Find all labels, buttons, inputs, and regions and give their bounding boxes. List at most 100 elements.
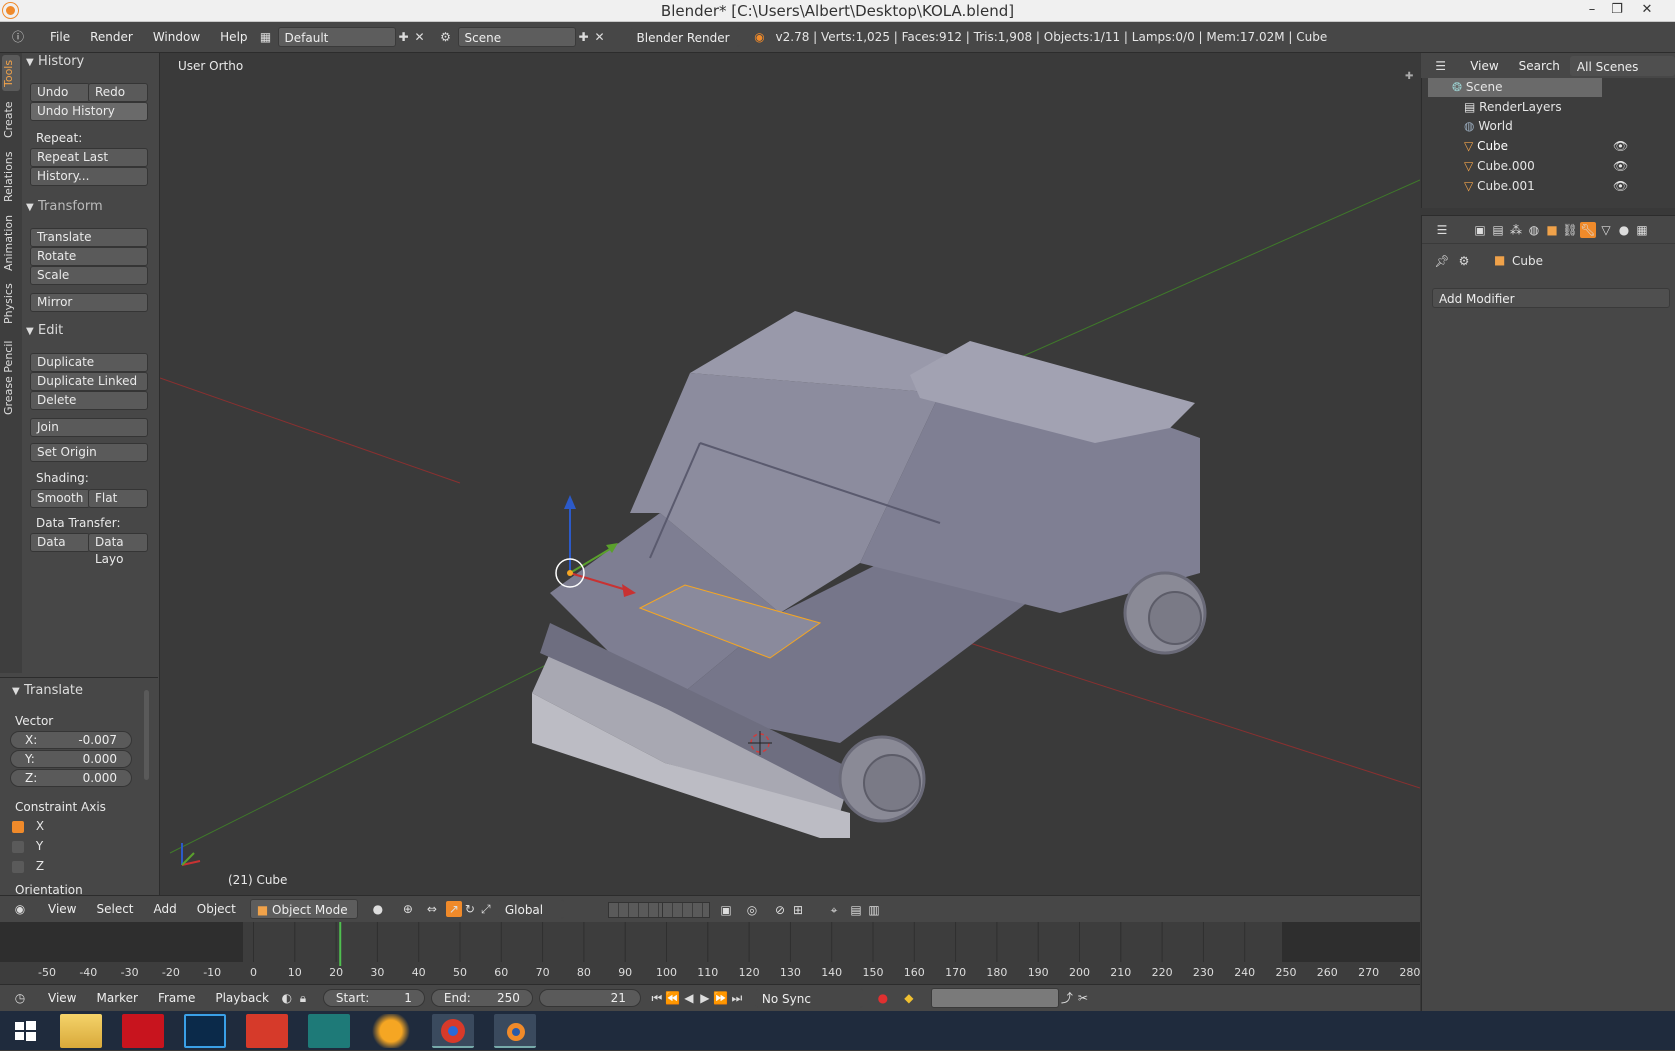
tab-physics[interactable]: Physics (2, 279, 20, 329)
add-modifier-select[interactable]: Add Modifier (1432, 288, 1670, 308)
maximize-icon[interactable]: ❐ (1605, 0, 1629, 20)
outliner-item-cube-000[interactable]: ▽ Cube.000 👁︎ (1428, 157, 1668, 176)
scale-manipulator-icon[interactable]: ⤢ (478, 901, 494, 917)
constraints-tab-icon[interactable]: ⛓ (1562, 222, 1578, 238)
object-tab-icon[interactable]: ■ (1544, 222, 1560, 238)
tab-relations[interactable]: Relations (2, 147, 20, 207)
outliner-item-world[interactable]: ◍ World (1428, 117, 1668, 136)
3dsmax-icon[interactable] (308, 1014, 350, 1048)
edit-panel-header[interactable]: ▼ Edit (26, 323, 156, 343)
outliner-item-scene[interactable]: ❂ Scene (1428, 78, 1602, 97)
outliner-search-menu[interactable]: Search (1509, 59, 1570, 73)
viewport-corner-plus-icon[interactable]: ✚ (1405, 71, 1413, 82)
menu-frame[interactable]: Frame (148, 991, 205, 1005)
manipulator-toggle-icon[interactable]: ⇔ (424, 901, 440, 917)
undo-history-button[interactable]: Undo History (30, 102, 148, 121)
timeline-editor-icon[interactable]: ◷ (12, 990, 28, 1006)
firefox-icon[interactable] (370, 1014, 412, 1048)
data-tab-icon[interactable]: ▽ (1598, 222, 1614, 238)
tab-tools[interactable]: Tools (2, 55, 20, 91)
rotate-manipulator-icon[interactable]: ↻ (462, 901, 478, 917)
material-tab-icon[interactable]: ● (1616, 222, 1632, 238)
menu-view[interactable]: View (38, 902, 86, 916)
outliner-item-cube[interactable]: ▽ Cube 👁︎ (1428, 137, 1668, 156)
smooth-button[interactable]: Smooth (30, 489, 90, 508)
tab-animation[interactable]: Animation (2, 211, 20, 275)
translate-button[interactable]: Translate (30, 228, 148, 247)
lock-icon[interactable]: 🔒︎ (295, 990, 311, 1006)
info-editor-icon[interactable]: ⓘ (10, 29, 26, 45)
data-layout-button[interactable]: Data Layo (88, 533, 148, 566)
3d-viewport[interactable]: User Ortho (21) Cube ✚ (160, 53, 1420, 895)
snap-icon[interactable]: ⊘ (772, 902, 788, 918)
flat-button[interactable]: Flat (88, 489, 148, 508)
windows-start-icon[interactable] (4, 1014, 46, 1048)
vector-z-field[interactable]: Z: 0.000 (10, 769, 132, 787)
join-button[interactable]: Join (30, 418, 148, 437)
close-icon[interactable]: ✕ (1635, 0, 1659, 20)
render-animation-icon[interactable]: ▥ (866, 902, 882, 918)
next-keyframe-icon[interactable]: ⏩ (713, 990, 729, 1006)
outliner-view-menu[interactable]: View (1460, 59, 1508, 73)
modifier-tab-icon[interactable]: 🔧︎ (1580, 222, 1596, 238)
sketchup-icon[interactable] (246, 1014, 288, 1048)
file-explorer-icon[interactable] (60, 1014, 102, 1048)
set-origin-select[interactable]: Set Origin (30, 443, 148, 462)
preview-range-icon[interactable]: ◐ (279, 990, 295, 1006)
layers-tab-icon[interactable]: ▤ (1490, 222, 1506, 238)
properties-editor-icon[interactable]: ☰ (1434, 222, 1450, 238)
vector-x-field[interactable]: X: -0.007 (10, 731, 132, 749)
scene-icon[interactable]: ⚙ (438, 29, 454, 45)
insert-keyframe-icon[interactable]: ⤴ (1059, 990, 1075, 1006)
texture-tab-icon[interactable]: ▦ (1634, 222, 1650, 238)
visibility-eye-icon[interactable]: 👁︎ (1613, 137, 1628, 156)
pivot-point-icon[interactable]: ⊕ (400, 901, 416, 917)
end-frame-field[interactable]: End: 250 (430, 989, 533, 1007)
menu-add[interactable]: Add (144, 902, 187, 916)
timeline-area[interactable]: -50 -40 -30 -20 -10 0 10 20 30 40 50 60 70 80 90 100 110… (0, 922, 1420, 984)
delete-keyframe-icon[interactable]: ✂ (1075, 990, 1091, 1006)
visibility-eye-icon[interactable]: 👁︎ (1613, 157, 1628, 176)
layout-field[interactable]: Default (277, 27, 396, 47)
mirror-button[interactable]: Mirror (30, 293, 148, 312)
outliner-editor-icon[interactable]: ☰ (1433, 58, 1448, 74)
keyframe-icon[interactable]: ◆ (901, 990, 917, 1006)
render-tab-icon[interactable]: ▣ (1472, 222, 1488, 238)
layer-buttons-2[interactable] (662, 902, 710, 918)
operator-scrollbar[interactable] (144, 690, 149, 780)
scale-button[interactable]: Scale (30, 266, 148, 285)
mode-select[interactable]: ■ Object Mode (249, 899, 358, 919)
duplicate-button[interactable]: Duplicate (30, 353, 148, 372)
remove-scene-icon[interactable]: ✕ (592, 29, 608, 45)
remove-layout-icon[interactable]: ✕ (412, 29, 428, 45)
acrobat-icon[interactable] (122, 1014, 164, 1048)
current-frame-field[interactable]: 21 (538, 989, 641, 1007)
menu-playback[interactable]: Playback (205, 991, 279, 1005)
minimize-icon[interactable]: – (1580, 0, 1604, 20)
start-frame-field[interactable]: Start: 1 (322, 989, 425, 1007)
jump-start-icon[interactable]: ⏮ (649, 990, 665, 1006)
visibility-eye-icon[interactable]: 👁︎ (1613, 177, 1628, 196)
translate-manipulator-icon[interactable]: ↗ (445, 901, 462, 917)
menu-file[interactable]: File (40, 30, 80, 44)
repeat-last-button[interactable]: Repeat Last (30, 148, 148, 167)
menu-view[interactable]: View (38, 991, 86, 1005)
outliner-item-renderlayers[interactable]: ▤ RenderLayers (1428, 98, 1668, 117)
menu-marker[interactable]: Marker (86, 991, 147, 1005)
redo-button[interactable]: Redo (88, 83, 148, 102)
snap-target-icon[interactable]: ⌖ (826, 902, 842, 918)
add-layout-icon[interactable]: ✚ (396, 29, 412, 45)
photoshop-icon[interactable] (184, 1014, 226, 1048)
rotate-button[interactable]: Rotate (30, 247, 148, 266)
tab-grease-pencil[interactable]: Grease Pencil (2, 333, 20, 423)
menu-object[interactable]: Object (187, 902, 246, 916)
world-tab-icon[interactable]: ◍ (1526, 222, 1542, 238)
delete-button[interactable]: Delete (30, 391, 148, 410)
lock-layer-icon[interactable]: ▣ (718, 902, 734, 918)
constraint-y-checkbox[interactable]: Y (12, 839, 43, 853)
history-button[interactable]: History... (30, 167, 148, 186)
menu-window[interactable]: Window (143, 30, 210, 44)
record-icon[interactable]: ● (875, 990, 891, 1006)
render-preview-icon[interactable]: ▤ (848, 902, 864, 918)
jump-end-icon[interactable]: ⏭ (729, 990, 745, 1006)
